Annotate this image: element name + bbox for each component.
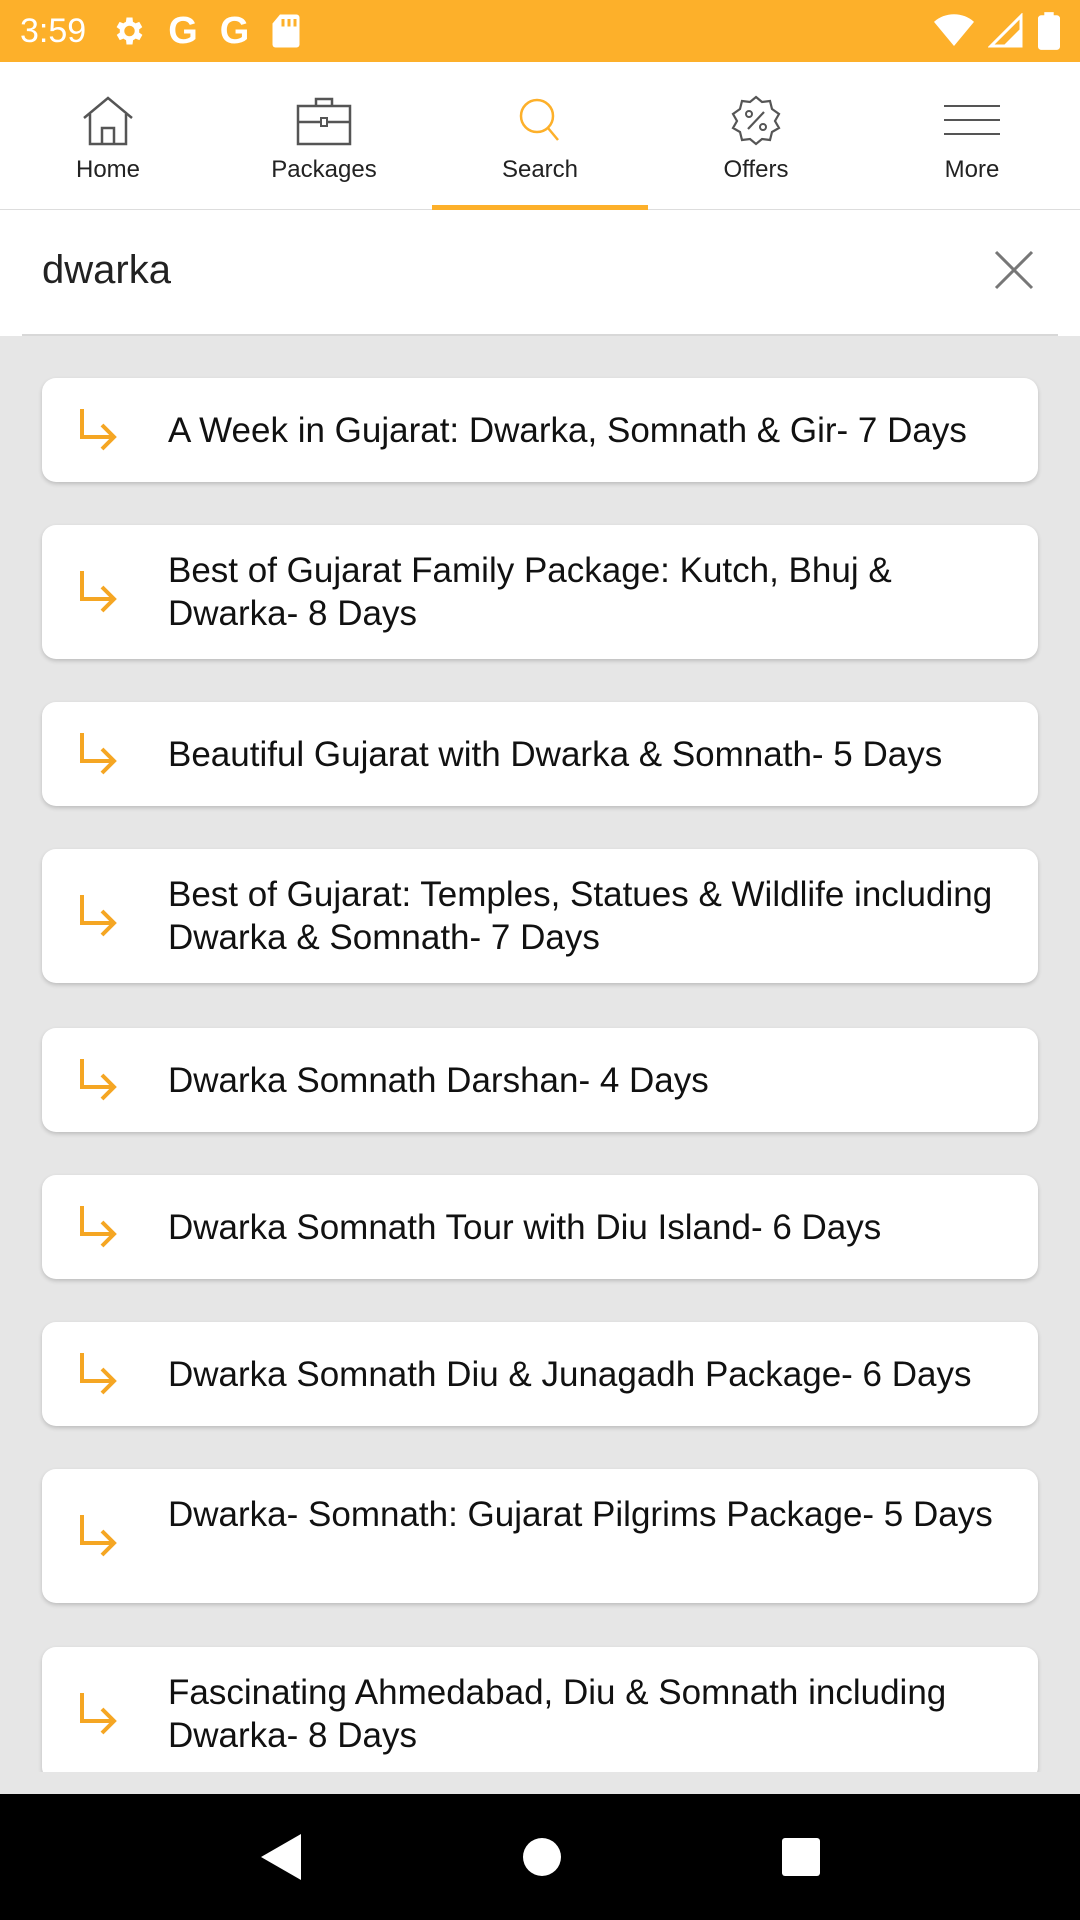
tab-search[interactable]: Search	[432, 62, 648, 210]
arrow-right-down-icon	[80, 1515, 117, 1557]
menu-icon	[944, 104, 1000, 135]
tab-more-label: More	[944, 155, 1000, 183]
arrow-right-down-icon	[80, 895, 117, 937]
status-notification-icons: G G	[110, 12, 301, 50]
arrow-right-down-icon	[80, 409, 117, 451]
list-item-title: Beautiful Gujarat with Dwarka & Somnath-…	[168, 735, 943, 774]
tab-offers-label: Offers	[723, 155, 789, 183]
list-item-title: A Week in Gujarat: Dwarka, Somnath & Gir…	[168, 411, 967, 450]
list-item[interactable]: Dwarka Somnath Tour with Diu Island- 6 D…	[42, 1175, 1038, 1279]
briefcase-icon	[296, 97, 352, 145]
arrow-right-down-icon	[80, 1353, 117, 1395]
top-nav: Home Packages Search Offers More	[0, 62, 1080, 210]
list-item-title: Fascinating Ahmedabad, Diu & Somnath inc…	[168, 1673, 947, 1755]
home-circle-icon[interactable]	[522, 1837, 562, 1877]
arrow-right-down-icon	[80, 1693, 117, 1735]
list-item-title: Dwarka Somnath Diu & Junagadh Package- 6…	[168, 1355, 972, 1394]
arrow-right-down-icon	[80, 733, 117, 775]
search-input[interactable]	[42, 238, 922, 302]
tab-packages[interactable]: Packages	[216, 62, 432, 209]
list-item[interactable]: Dwarka- Somnath: Gujarat Pilgrims Packag…	[42, 1469, 1038, 1603]
close-icon[interactable]	[992, 248, 1036, 292]
recents-icon[interactable]	[781, 1837, 821, 1877]
tab-home-label: Home	[75, 155, 141, 183]
search-bar	[0, 210, 1080, 336]
list-item[interactable]: Best of Gujarat: Temples, Statues & Wild…	[42, 849, 1038, 983]
tab-search-label: Search	[501, 155, 579, 183]
status-bar: 3:59 G G	[0, 0, 1080, 62]
tab-packages-label: Packages	[271, 155, 377, 183]
status-right	[934, 12, 1060, 50]
battery-icon	[1038, 12, 1060, 50]
arrow-right-down-icon	[80, 1059, 117, 1101]
list-item-title: Best of Gujarat: Temples, Statues & Wild…	[168, 875, 993, 957]
status-time: 3:59	[20, 11, 87, 50]
list-item[interactable]: Beautiful Gujarat with Dwarka & Somnath-…	[42, 702, 1038, 806]
signal-icon	[988, 13, 1023, 48]
search-icon	[519, 98, 559, 141]
tab-offers[interactable]: Offers	[648, 62, 864, 209]
sd-card-icon	[272, 14, 300, 48]
list-item-title: Dwarka- Somnath: Gujarat Pilgrims Packag…	[168, 1495, 993, 1534]
back-icon[interactable]	[259, 1832, 303, 1882]
list-item[interactable]: Dwarka Somnath Darshan- 4 Days	[42, 1028, 1038, 1132]
tab-home[interactable]: Home	[0, 62, 216, 209]
results-list: A Week in Gujarat: Dwarka, Somnath & Gir…	[0, 336, 1080, 1772]
list-item-title: Dwarka Somnath Darshan- 4 Days	[168, 1061, 709, 1100]
arrow-right-down-icon	[80, 571, 117, 613]
google-icon: G	[219, 10, 250, 52]
google-icon: G	[168, 10, 198, 52]
list-item-title: Best of Gujarat Family Package: Kutch, B…	[168, 551, 892, 633]
discount-badge-icon	[731, 95, 781, 145]
list-item[interactable]: Best of Gujarat Family Package: Kutch, B…	[42, 525, 1038, 659]
list-item-title: Dwarka Somnath Tour with Diu Island- 6 D…	[168, 1208, 882, 1247]
android-nav-bar	[0, 1794, 1080, 1920]
wifi-icon	[934, 14, 974, 47]
settings-icon	[116, 17, 143, 45]
list-item[interactable]: Dwarka Somnath Diu & Junagadh Package- 6…	[42, 1322, 1038, 1426]
tab-more[interactable]: More	[864, 62, 1080, 209]
home-icon	[83, 95, 133, 145]
status-left: 3:59 G G	[20, 12, 301, 51]
list-item[interactable]: Fascinating Ahmedabad, Diu & Somnath inc…	[42, 1647, 1038, 1772]
arrow-right-down-icon	[80, 1206, 117, 1248]
list-item[interactable]: A Week in Gujarat: Dwarka, Somnath & Gir…	[42, 378, 1038, 482]
